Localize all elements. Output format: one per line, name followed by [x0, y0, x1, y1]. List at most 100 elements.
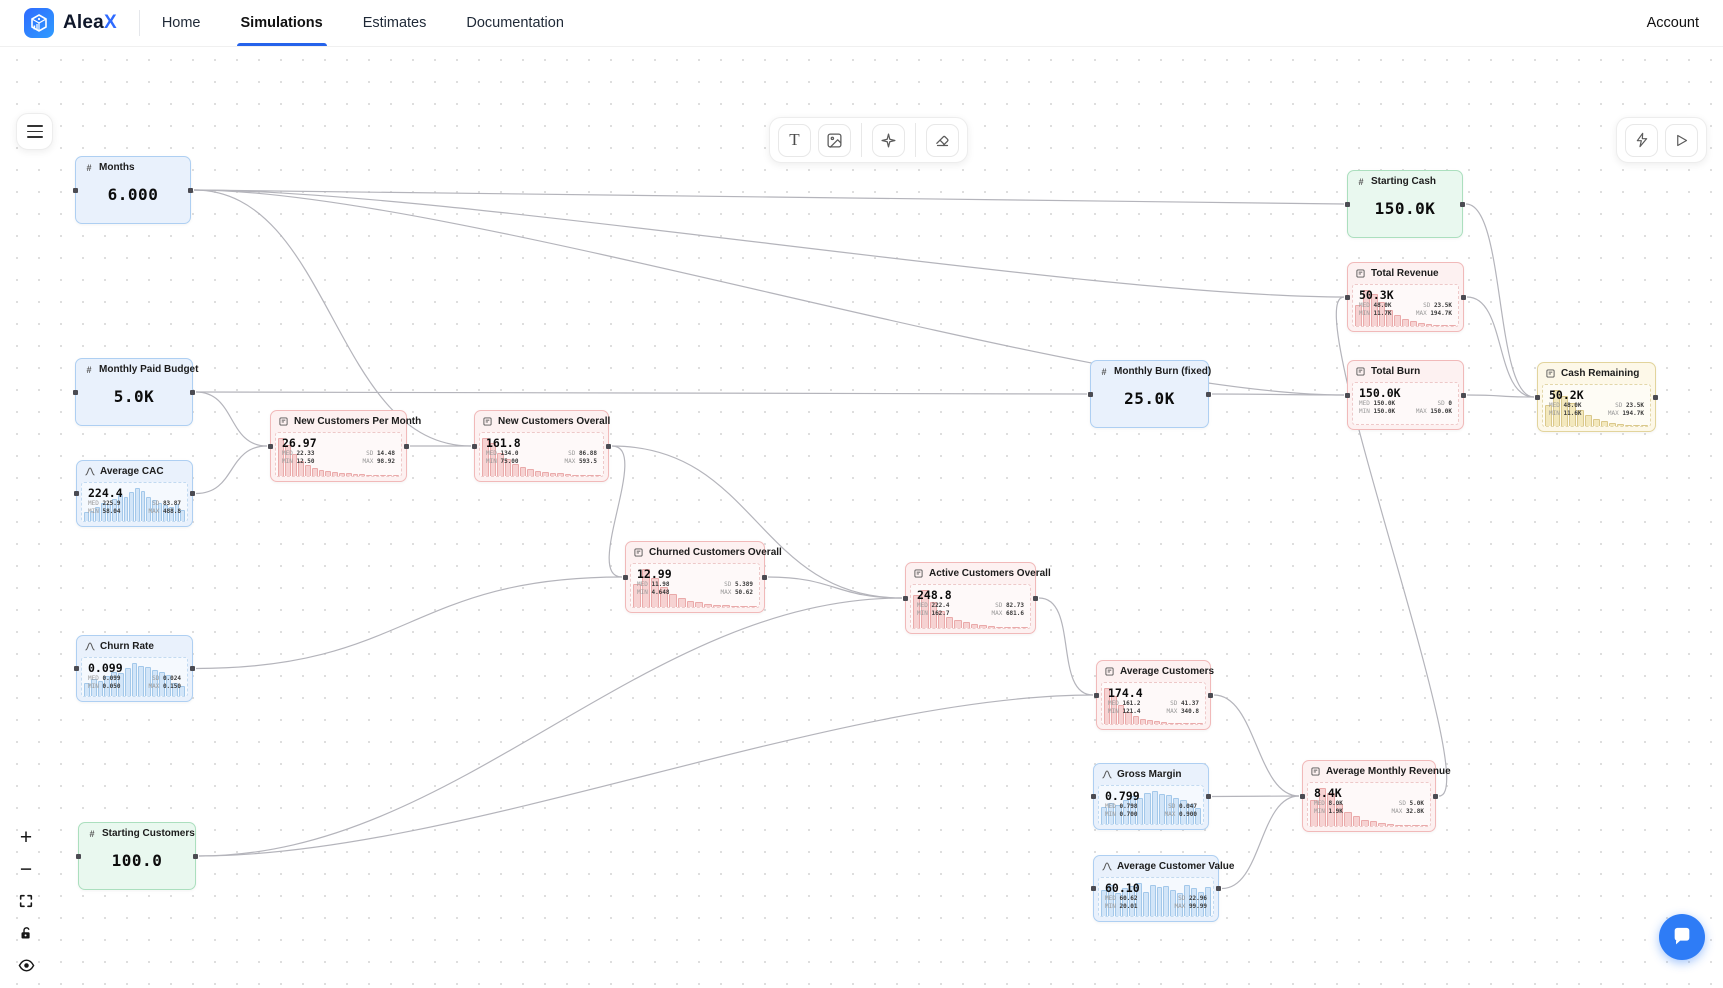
left-handle[interactable] [903, 596, 908, 601]
node-churned-customers-overall[interactable]: Churned Customers Overall12.99MED 11.98M… [625, 541, 765, 613]
left-handle[interactable] [623, 575, 628, 580]
nav-item-label: Home [162, 15, 201, 31]
node-value: 150.0K [1348, 189, 1462, 233]
histogram-bar [713, 605, 721, 607]
histogram-bars [1545, 387, 1648, 426]
sparkle-icon [880, 132, 897, 149]
eraser-tool-button[interactable] [926, 124, 959, 157]
ai-sparkle-button[interactable] [872, 124, 905, 157]
left-handle[interactable] [1535, 395, 1540, 400]
text-tool-button[interactable]: T [778, 124, 811, 157]
right-handle[interactable] [762, 575, 767, 580]
node-cash-remaining[interactable]: Cash Remaining50.2KMED 48.0KMIN 11.6KSD … [1537, 362, 1656, 432]
node-gross-margin[interactable]: Gross Margin0.799MED 0.798MIN 0.700SD 0.… [1093, 763, 1209, 830]
right-handle[interactable] [190, 491, 195, 496]
left-handle[interactable] [1088, 392, 1093, 397]
left-handle[interactable] [73, 390, 78, 395]
right-handle[interactable] [1216, 886, 1221, 891]
right-handle[interactable] [1206, 794, 1211, 799]
node-months[interactable]: #Months6.000 [75, 156, 191, 224]
account-link[interactable]: Account [1647, 15, 1699, 31]
left-handle[interactable] [1091, 794, 1096, 799]
node-header: #Months [76, 157, 190, 175]
node-monthly-paid-budget[interactable]: #Monthly Paid Budget5.0K [75, 358, 193, 426]
right-handle[interactable] [404, 444, 409, 449]
left-handle[interactable] [1345, 202, 1350, 207]
right-handle[interactable] [606, 444, 611, 449]
node-average-customer-value[interactable]: Average Customer Value60.10MED 60.62MIN … [1093, 855, 1219, 922]
right-handle[interactable] [1461, 393, 1466, 398]
zoom-in-button[interactable]: + [14, 826, 38, 848]
right-handle[interactable] [1653, 395, 1658, 400]
right-handle[interactable] [193, 854, 198, 859]
node-average-monthly-revenue[interactable]: Average Monthly Revenue8.4KMED 8.0KMIN 1… [1302, 760, 1436, 832]
left-handle[interactable] [472, 444, 477, 449]
left-handle[interactable] [1091, 886, 1096, 891]
node-average-customers[interactable]: Average Customers174.4MED 161.2MIN 121.4… [1096, 660, 1211, 730]
lock-button[interactable] [14, 922, 38, 944]
histogram-bar [1545, 405, 1552, 426]
quick-run-button[interactable] [1625, 124, 1658, 157]
right-handle[interactable] [1433, 794, 1438, 799]
right-handle[interactable] [1206, 392, 1211, 397]
left-handle[interactable] [76, 854, 81, 859]
nav-item-label: Simulations [241, 15, 323, 31]
node-starting-cash[interactable]: #Starting Cash150.0K [1347, 170, 1463, 238]
node-starting-customers[interactable]: #Starting Customers100.0 [78, 822, 196, 890]
nav-item-simulations[interactable]: Simulations [241, 0, 323, 46]
histogram-bar [1449, 325, 1456, 326]
node-total-burn[interactable]: Total Burn150.0KMED 150.0KMIN 150.0KSD 0… [1347, 360, 1464, 430]
canvas-controls: + − [14, 826, 38, 976]
histogram-bar [141, 491, 146, 521]
histogram-chart: 12.99MED 11.98MIN 4.648SD 5.389MAX 50.62 [630, 563, 760, 608]
left-handle[interactable] [1345, 393, 1350, 398]
node-total-revenue[interactable]: Total Revenue50.3KMED 48.0KMIN 11.7KSD 2… [1347, 262, 1464, 332]
nav-item-estimates[interactable]: Estimates [363, 0, 427, 46]
right-handle[interactable] [1461, 295, 1466, 300]
node-header: Churn Rate [77, 636, 192, 654]
left-handle[interactable] [268, 444, 273, 449]
histogram-bars [1355, 287, 1456, 326]
node-monthly-burn-fixed[interactable]: #Monthly Burn (fixed)25.0K [1090, 360, 1209, 428]
nav-item-documentation[interactable]: Documentation [466, 0, 564, 46]
brand[interactable]: AleaX [24, 8, 117, 38]
left-handle[interactable] [1345, 295, 1350, 300]
node-new-customers-overall[interactable]: New Customers Overall161.8MED 134.0MIN 7… [474, 410, 609, 482]
histogram-bar [1111, 696, 1117, 724]
image-tool-button[interactable] [818, 124, 851, 157]
canvas-menu-button[interactable] [16, 113, 53, 150]
nav-item-home[interactable]: Home [162, 0, 201, 46]
left-handle[interactable] [74, 491, 79, 496]
left-handle[interactable] [1094, 693, 1099, 698]
visibility-button[interactable] [14, 954, 38, 976]
node-header: Cash Remaining [1538, 363, 1655, 381]
right-handle[interactable] [190, 390, 195, 395]
right-handle[interactable] [1033, 596, 1038, 601]
histogram-bar [1101, 807, 1107, 824]
fit-view-button[interactable] [14, 890, 38, 912]
distribution-icon [1102, 862, 1112, 871]
eraser-icon [934, 132, 951, 149]
histogram-bar [1170, 890, 1176, 916]
left-handle[interactable] [73, 188, 78, 193]
play-button[interactable] [1665, 124, 1698, 157]
edge-months-to-total-revenue [194, 190, 1344, 297]
left-handle[interactable] [74, 666, 79, 671]
histogram-bar [1641, 425, 1648, 426]
right-handle[interactable] [190, 666, 195, 671]
node-churn-rate[interactable]: Churn Rate0.099MED 0.099MIN 0.050SD 0.02… [76, 635, 193, 702]
left-handle[interactable] [1300, 794, 1305, 799]
node-average-cac[interactable]: Average CAC224.4MED 225.9MIN 58.04SD 83.… [76, 460, 193, 527]
right-handle[interactable] [1208, 693, 1213, 698]
histogram-bar [1319, 788, 1327, 826]
canvas[interactable]: T [0, 47, 1723, 988]
histogram-bar [163, 505, 168, 521]
right-handle[interactable] [1460, 202, 1465, 207]
chat-widget-button[interactable] [1659, 914, 1705, 960]
zoom-out-button[interactable]: − [14, 858, 38, 880]
right-handle[interactable] [188, 188, 193, 193]
histogram-chart: 26.97MED 22.33MIN 12.50SD 14.48MAX 98.92 [275, 432, 402, 477]
node-new-customers-per-month[interactable]: New Customers Per Month26.97MED 22.33MIN… [270, 410, 407, 482]
node-active-customers-overall[interactable]: Active Customers Overall248.8MED 222.4MI… [905, 562, 1036, 634]
number-icon: # [1099, 367, 1109, 377]
